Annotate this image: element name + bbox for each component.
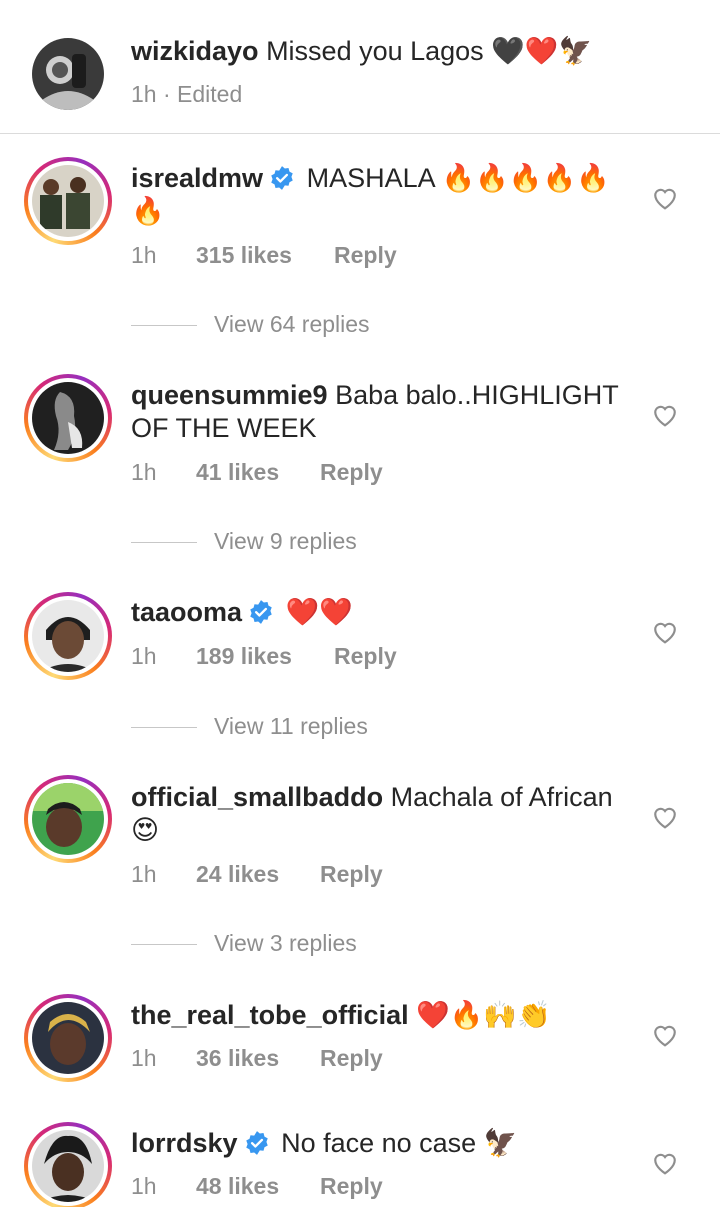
avatar-queensummie9[interactable]	[24, 374, 112, 462]
comment-username[interactable]: taaooma	[131, 597, 242, 627]
comment-time: 1h	[131, 242, 157, 268]
comment-likes[interactable]: 36 likes	[196, 1044, 279, 1072]
heart-outline-icon[interactable]	[652, 1151, 678, 1175]
comment-emojis: 😍	[131, 815, 160, 846]
comment-time: 1h	[131, 1045, 157, 1071]
view-replies-button[interactable]: View 3 replies	[131, 929, 357, 957]
heart-outline-icon[interactable]	[652, 805, 678, 829]
comment-text: MASHALA	[306, 163, 435, 193]
reply-button[interactable]: Reply	[320, 860, 383, 888]
caption-username[interactable]: wizkidayo	[131, 36, 259, 66]
caption-emojis: 🖤❤️🦅	[491, 36, 593, 67]
avatar-the_real_tobe_official[interactable]	[24, 994, 112, 1082]
comment-time: 1h	[131, 861, 157, 887]
heart-outline-icon[interactable]	[652, 1023, 678, 1047]
avatar-taaooma[interactable]	[24, 592, 112, 680]
comment-emojis: 🦅	[483, 1128, 518, 1159]
comment-time: 1h	[131, 643, 157, 669]
comment-likes[interactable]: 189 likes	[196, 642, 292, 670]
view-replies-label: View 64 replies	[214, 311, 370, 337]
replies-divider	[131, 542, 197, 544]
reply-button[interactable]: Reply	[320, 1172, 383, 1200]
comment-likes[interactable]: 48 likes	[196, 1172, 279, 1200]
reply-button[interactable]: Reply	[334, 642, 397, 670]
comment-time: 1h	[131, 1173, 157, 1199]
heart-outline-icon[interactable]	[652, 186, 678, 210]
post-caption: wizkidayo Missed you Lagos 🖤❤️🦅 1h · Edi…	[0, 0, 720, 134]
verified-badge-icon	[250, 600, 272, 624]
comment-username[interactable]: queensummie9	[131, 380, 328, 410]
view-replies-label: View 3 replies	[214, 930, 357, 956]
view-replies-button[interactable]: View 11 replies	[131, 712, 368, 740]
comment-username[interactable]: isrealdmw	[131, 163, 263, 193]
caption-separator: ·	[162, 81, 171, 107]
verified-badge-icon	[245, 1131, 268, 1155]
comment-username[interactable]: official_smallbaddo	[131, 782, 383, 812]
avatar-wizkidayo[interactable]	[32, 38, 104, 110]
view-replies-label: View 11 replies	[214, 713, 368, 739]
comment-text: Machala of African	[390, 782, 613, 812]
comment-emojis: ❤️🔥🙌👏	[416, 1000, 551, 1031]
reply-button[interactable]: Reply	[320, 1044, 383, 1072]
caption-meta: 1h · Edited	[131, 80, 242, 108]
caption-text: Missed you Lagos	[266, 36, 484, 66]
comment-likes[interactable]: 315 likes	[196, 241, 292, 269]
reply-button[interactable]: Reply	[334, 241, 397, 269]
avatar-lorrdsky[interactable]	[24, 1122, 112, 1207]
comment-text: No face no case	[281, 1128, 477, 1158]
comment-likes[interactable]: 24 likes	[196, 860, 279, 888]
view-replies-label: View 9 replies	[214, 528, 357, 554]
caption-edited: Edited	[177, 81, 243, 107]
avatar-isrealdmw[interactable]	[24, 157, 112, 245]
heart-outline-icon[interactable]	[652, 403, 678, 427]
replies-divider	[131, 727, 197, 729]
heart-outline-icon[interactable]	[652, 620, 678, 644]
replies-divider	[131, 325, 197, 327]
comment-likes[interactable]: 41 likes	[196, 458, 279, 486]
view-replies-button[interactable]: View 9 replies	[131, 527, 357, 555]
comment-username[interactable]: lorrdsky	[131, 1128, 238, 1158]
view-replies-button[interactable]: View 64 replies	[131, 310, 370, 338]
avatar-official_smallbaddo[interactable]	[24, 775, 112, 863]
reply-button[interactable]: Reply	[320, 458, 383, 486]
comment-emojis: ❤️❤️	[285, 597, 353, 628]
caption-time: 1h	[131, 81, 157, 107]
comment-username[interactable]: the_real_tobe_official	[131, 1000, 409, 1030]
verified-badge-icon	[271, 166, 293, 190]
replies-divider	[131, 944, 197, 946]
comment-time: 1h	[131, 459, 157, 485]
